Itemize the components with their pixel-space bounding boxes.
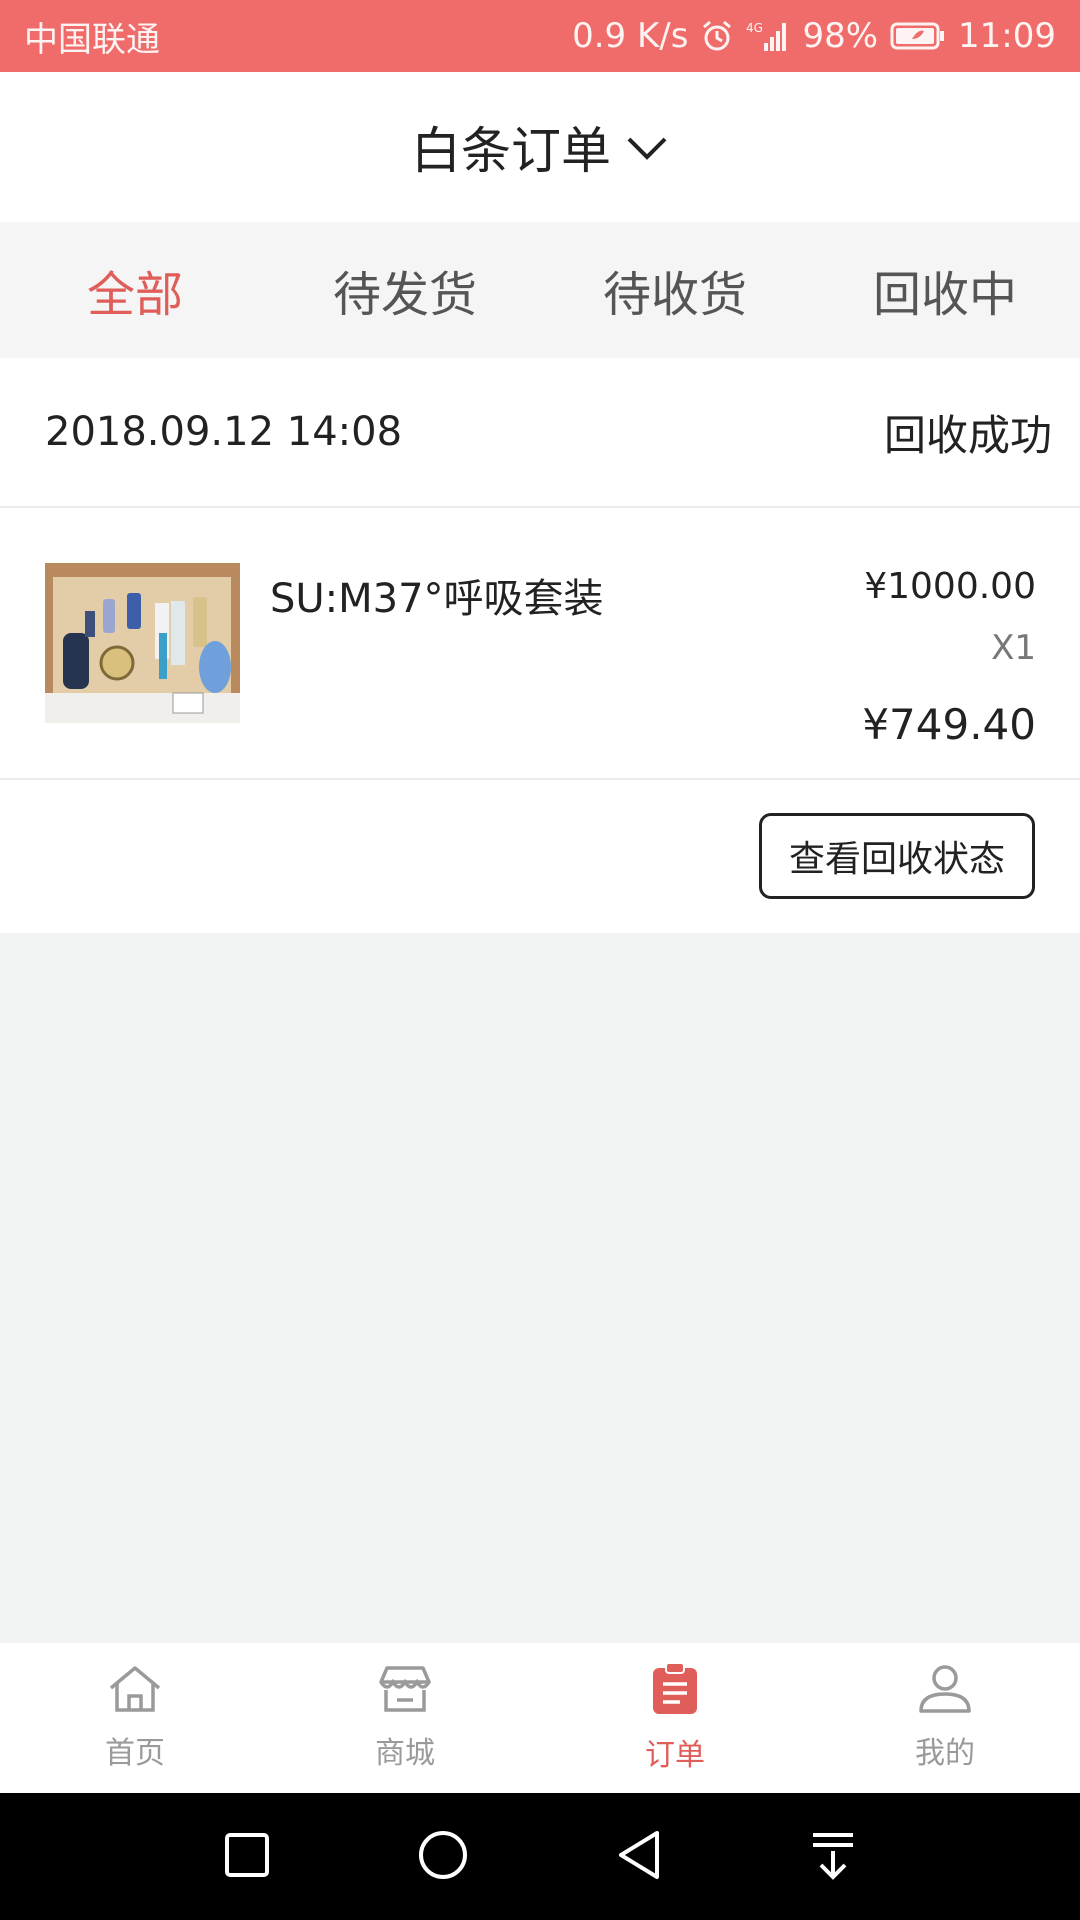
nav-home[interactable]: 首页 — [0, 1643, 270, 1793]
system-nav-bar — [0, 1793, 1080, 1920]
bottom-nav: 首页 商城 订单 我的 — [0, 1643, 1080, 1793]
product-image — [45, 563, 240, 723]
chevron-down-icon — [625, 133, 669, 167]
signal-icon: 4G — [746, 19, 790, 53]
home-button[interactable] — [417, 1829, 469, 1885]
order-total: ¥749.40 — [862, 700, 1036, 749]
view-recycle-status-button[interactable]: 查看回收状态 — [759, 813, 1035, 899]
tab-all[interactable]: 全部 — [0, 222, 270, 358]
network-type: 4G — [746, 21, 763, 35]
back-button[interactable] — [615, 1829, 663, 1885]
battery-icon — [890, 21, 946, 51]
nav-store-label: 商城 — [375, 1736, 435, 1771]
product-name: SU:M37°呼吸套装 — [270, 576, 604, 622]
product-quantity: X1 — [991, 628, 1036, 668]
nav-home-label: 首页 — [105, 1736, 165, 1771]
order-item[interactable]: SU:M37°呼吸套装 ¥1000.00 X1 ¥749.40 — [0, 508, 1080, 780]
network-speed: 0.9 K/s — [572, 16, 689, 56]
battery-percent: 98% — [802, 16, 879, 56]
recent-apps-button[interactable] — [223, 1831, 271, 1883]
profile-icon — [917, 1664, 973, 1722]
store-icon — [377, 1664, 433, 1722]
order-status: 回收成功 — [883, 410, 1052, 460]
order-card[interactable]: 2018.09.12 14:08 回收成功 SU:M37°呼吸套装 ¥1000.… — [0, 358, 1080, 933]
tab-pending-shipment[interactable]: 待发货 — [270, 222, 540, 358]
order-time: 2018.09.12 14:08 — [45, 409, 403, 455]
notification-pull-button[interactable] — [809, 1829, 857, 1885]
order-icon — [650, 1662, 700, 1724]
carrier-name: 中国联通 — [24, 19, 160, 60]
nav-orders[interactable]: 订单 — [540, 1643, 810, 1793]
nav-profile-label: 我的 — [915, 1736, 975, 1771]
nav-profile[interactable]: 我的 — [810, 1643, 1080, 1793]
nav-orders-label: 订单 — [645, 1738, 705, 1773]
order-footer: 查看回收状态 — [0, 780, 1080, 930]
order-header: 2018.09.12 14:08 回收成功 — [0, 358, 1080, 508]
nav-store[interactable]: 商城 — [270, 1643, 540, 1793]
clock: 11:09 — [958, 16, 1056, 56]
home-icon — [107, 1664, 163, 1722]
alarm-icon — [700, 19, 734, 53]
order-type-selector[interactable]: 白条订单 — [411, 111, 669, 183]
product-price: ¥1000.00 — [864, 566, 1036, 607]
status-indicators: 0.9 K/s 4G 98% 11:09 — [572, 16, 1056, 56]
tab-pending-receipt[interactable]: 待收货 — [540, 222, 810, 358]
header: 白条订单 — [0, 72, 1080, 222]
tab-recycling[interactable]: 回收中 — [810, 222, 1080, 358]
order-tabs: 全部 待发货 待收货 回收中 — [0, 222, 1080, 358]
page-title: 白条订单 — [411, 122, 611, 180]
status-bar: 中国联通 0.9 K/s 4G 98% 11:09 — [0, 0, 1080, 72]
